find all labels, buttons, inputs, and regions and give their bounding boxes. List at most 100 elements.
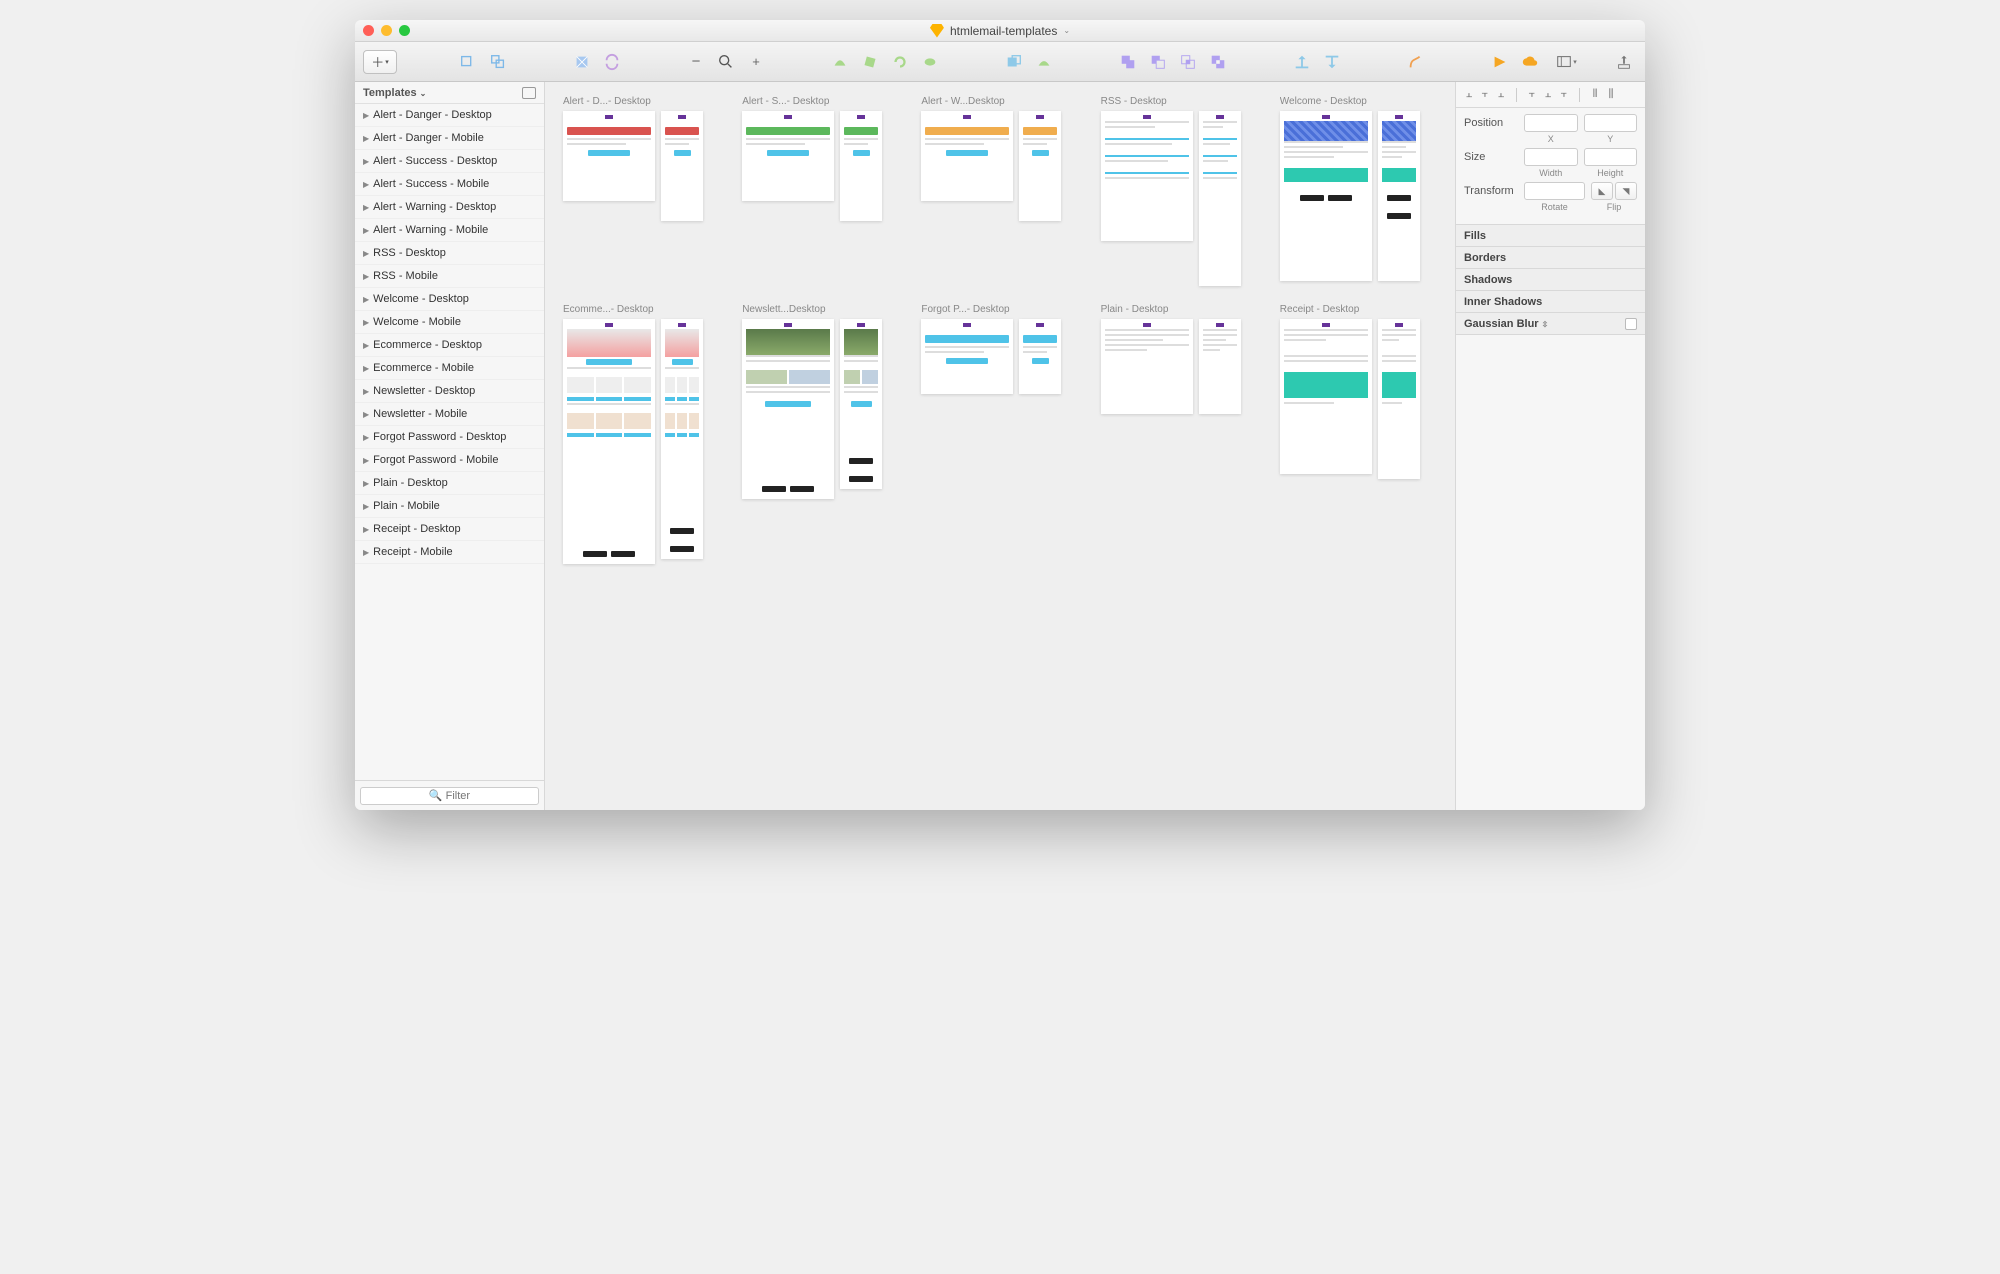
- artboard-thumbnail[interactable]: [742, 319, 834, 499]
- intersect-button[interactable]: [1175, 50, 1201, 74]
- disclosure-triangle-icon[interactable]: ▶: [363, 134, 369, 143]
- flatten-button[interactable]: [917, 50, 943, 74]
- artboard-layer-item[interactable]: ▶Forgot Password - Desktop: [355, 426, 544, 449]
- artboard-layer-item[interactable]: ▶Newsletter - Mobile: [355, 403, 544, 426]
- zoom-out-button[interactable]: −: [683, 50, 709, 74]
- align-bottom-icon[interactable]: ⫟: [1557, 88, 1571, 102]
- mask-button[interactable]: [1001, 50, 1027, 74]
- collapse-pages-icon[interactable]: [522, 87, 536, 99]
- artboard-thumbnail[interactable]: [921, 319, 1013, 394]
- preview-button[interactable]: [1487, 50, 1513, 74]
- disclosure-triangle-icon[interactable]: ▶: [363, 433, 369, 442]
- artboard-layer-item[interactable]: ▶Alert - Danger - Mobile: [355, 127, 544, 150]
- shadows-header[interactable]: Shadows: [1456, 269, 1645, 291]
- artboard-thumbnail[interactable]: [1199, 111, 1241, 286]
- disclosure-triangle-icon[interactable]: ▶: [363, 272, 369, 281]
- disclosure-triangle-icon[interactable]: ▶: [363, 249, 369, 258]
- rotate-input[interactable]: [1524, 182, 1585, 200]
- align-top-icon[interactable]: ⫟: [1525, 88, 1539, 102]
- flip-v-button[interactable]: ◥: [1615, 182, 1637, 200]
- disclosure-triangle-icon[interactable]: ▶: [363, 226, 369, 235]
- pages-header[interactable]: Templates⌄: [355, 82, 544, 104]
- artboard-layer-item[interactable]: ▶Plain - Mobile: [355, 495, 544, 518]
- flip-h-button[interactable]: ◣: [1591, 182, 1613, 200]
- minimize-button[interactable]: [381, 25, 392, 36]
- artboard-label[interactable]: Alert - D...- Desktop: [563, 96, 720, 107]
- artboard-layer-item[interactable]: ▶RSS - Mobile: [355, 265, 544, 288]
- disclosure-triangle-icon[interactable]: ▶: [363, 456, 369, 465]
- artboard-thumbnail[interactable]: [661, 319, 703, 559]
- group-button[interactable]: [455, 50, 481, 74]
- artboard-thumbnail[interactable]: [921, 111, 1013, 201]
- align-left-icon[interactable]: ⫠: [1462, 88, 1476, 102]
- align-center-v-icon[interactable]: ⫠: [1541, 88, 1555, 102]
- fills-header[interactable]: Fills: [1456, 225, 1645, 247]
- artboard-label[interactable]: Forgot P...- Desktop: [921, 304, 1078, 315]
- create-symbol-button[interactable]: [569, 50, 595, 74]
- distribute-h-icon[interactable]: ⫴: [1588, 88, 1602, 102]
- gaussian-blur-header[interactable]: Gaussian Blur ⇳: [1456, 313, 1645, 335]
- artboard-label[interactable]: RSS - Desktop: [1101, 96, 1258, 107]
- artboard-label[interactable]: Alert - W...Desktop: [921, 96, 1078, 107]
- artboard-thumbnail[interactable]: [1199, 319, 1241, 414]
- document-title[interactable]: htmlemail-templates ⌄: [930, 24, 1070, 38]
- close-button[interactable]: [363, 25, 374, 36]
- union-button[interactable]: [1115, 50, 1141, 74]
- artboard-label[interactable]: Receipt - Desktop: [1280, 304, 1437, 315]
- disclosure-triangle-icon[interactable]: ▶: [363, 502, 369, 511]
- artboard-thumbnail[interactable]: [1378, 319, 1420, 479]
- artboard-layer-item[interactable]: ▶Receipt - Desktop: [355, 518, 544, 541]
- backward-button[interactable]: [1319, 50, 1345, 74]
- artboard-layer-item[interactable]: ▶RSS - Desktop: [355, 242, 544, 265]
- distribute-v-icon[interactable]: ⫼: [1604, 88, 1618, 102]
- artboard-label[interactable]: Ecomme...- Desktop: [563, 304, 720, 315]
- disclosure-triangle-icon[interactable]: ▶: [363, 203, 369, 212]
- disclosure-triangle-icon[interactable]: ▶: [363, 111, 369, 120]
- artboard-layer-item[interactable]: ▶Receipt - Mobile: [355, 541, 544, 564]
- disclosure-triangle-icon[interactable]: ▶: [363, 341, 369, 350]
- align-right-icon[interactable]: ⫠: [1494, 88, 1508, 102]
- artboard-thumbnail[interactable]: [661, 111, 703, 221]
- width-input[interactable]: [1524, 148, 1578, 166]
- position-x-input[interactable]: [1524, 114, 1578, 132]
- disclosure-triangle-icon[interactable]: ▶: [363, 364, 369, 373]
- canvas[interactable]: Alert - D...- Desktop Alert - S...- Deskt…: [545, 82, 1455, 810]
- artboard-thumbnail[interactable]: [1019, 319, 1061, 394]
- disclosure-triangle-icon[interactable]: ▶: [363, 410, 369, 419]
- ungroup-button[interactable]: [485, 50, 511, 74]
- position-y-input[interactable]: [1584, 114, 1638, 132]
- artboard-thumbnail[interactable]: [840, 319, 882, 489]
- zoom-in-button[interactable]: +: [743, 50, 769, 74]
- artboard-layer-item[interactable]: ▶Forgot Password - Mobile: [355, 449, 544, 472]
- artboard-layer-item[interactable]: ▶Plain - Desktop: [355, 472, 544, 495]
- artboard-thumbnail[interactable]: [840, 111, 882, 221]
- artboard-thumbnail[interactable]: [1378, 111, 1420, 281]
- artboard-thumbnail[interactable]: [1280, 319, 1372, 474]
- disclosure-triangle-icon[interactable]: ▶: [363, 548, 369, 557]
- view-button[interactable]: ▾: [1553, 50, 1579, 74]
- disclosure-triangle-icon[interactable]: ▶: [363, 318, 369, 327]
- forward-button[interactable]: [1289, 50, 1315, 74]
- artboard-thumbnail[interactable]: [1101, 111, 1193, 241]
- edit-shape-button[interactable]: [827, 50, 853, 74]
- disclosure-triangle-icon[interactable]: ▶: [363, 157, 369, 166]
- artboard-label[interactable]: Plain - Desktop: [1101, 304, 1258, 315]
- disclosure-triangle-icon[interactable]: ▶: [363, 180, 369, 189]
- artboard-thumbnail[interactable]: [1019, 111, 1061, 221]
- blur-checkbox[interactable]: [1625, 318, 1637, 330]
- align-center-h-icon[interactable]: ⫟: [1478, 88, 1492, 102]
- artboard-thumbnail[interactable]: [563, 319, 655, 564]
- artboard-layer-item[interactable]: ▶Newsletter - Desktop: [355, 380, 544, 403]
- transform-button[interactable]: [857, 50, 883, 74]
- artboard-label[interactable]: Newslett...Desktop: [742, 304, 899, 315]
- difference-button[interactable]: [1205, 50, 1231, 74]
- subtract-button[interactable]: [1145, 50, 1171, 74]
- artboard-label[interactable]: Alert - S...- Desktop: [742, 96, 899, 107]
- artboard-thumbnail[interactable]: [742, 111, 834, 201]
- artboard-layer-item[interactable]: ▶Alert - Success - Desktop: [355, 150, 544, 173]
- artboard-layer-item[interactable]: ▶Ecommerce - Mobile: [355, 357, 544, 380]
- inner-shadows-header[interactable]: Inner Shadows: [1456, 291, 1645, 313]
- scale-button[interactable]: [1031, 50, 1057, 74]
- cloud-button[interactable]: [1517, 50, 1543, 74]
- filter-input[interactable]: [360, 787, 539, 805]
